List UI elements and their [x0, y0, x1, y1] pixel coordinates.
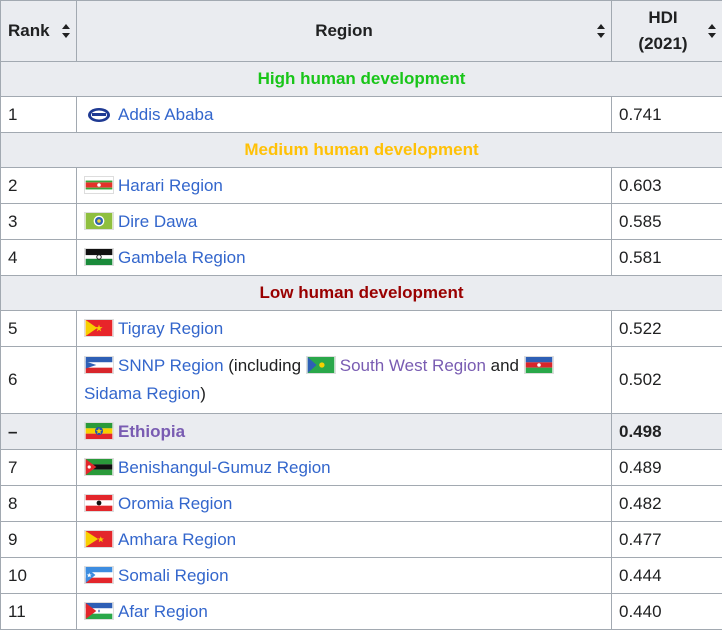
benishangul-gumuz-flag-icon — [84, 457, 114, 476]
region-link[interactable]: Tigray Region — [118, 319, 223, 338]
table-row: 3 Dire Dawa 0.585 — [0, 203, 722, 240]
table-row: – Ethiopia 0.498 — [0, 413, 722, 450]
region-link[interactable]: Addis Ababa — [118, 105, 213, 124]
table-row: 10 Somali Region 0.444 — [0, 557, 722, 594]
region-link[interactable]: Harari Region — [118, 176, 223, 195]
hdi-cell: 0.440 — [611, 593, 722, 630]
region-link[interactable]: Amhara Region — [118, 530, 236, 549]
rank-cell: 9 — [0, 521, 77, 558]
region-link[interactable]: South West Region — [340, 356, 486, 375]
sort-icon[interactable] — [597, 24, 606, 38]
region-cell: Gambela Region — [76, 239, 612, 276]
sort-icon[interactable] — [62, 24, 71, 38]
region-cell: Somali Region — [76, 557, 612, 594]
region-link[interactable]: Dire Dawa — [118, 212, 197, 231]
rank-cell: – — [0, 413, 77, 450]
region-link[interactable]: Sidama Region — [84, 384, 200, 403]
group-label-medium: Medium human development — [0, 132, 722, 168]
sort-icon[interactable] — [708, 24, 717, 38]
ethiopia-flag-icon — [84, 421, 114, 440]
group-row-medium: Medium human development — [0, 132, 722, 168]
group-label-high: High human development — [0, 61, 722, 97]
rank-cell: 3 — [0, 203, 77, 240]
hdi-cell: 0.489 — [611, 449, 722, 486]
gambela-flag-icon — [84, 247, 114, 266]
region-cell: Harari Region — [76, 167, 612, 204]
table-row: 2 Harari Region 0.603 — [0, 167, 722, 204]
table-row: 5 Tigray Region 0.522 — [0, 310, 722, 347]
group-label-low: Low human development — [0, 275, 722, 311]
rank-cell: 1 — [0, 96, 77, 133]
region-link[interactable]: Afar Region — [118, 602, 208, 621]
table-row: 9 Amhara Region 0.477 — [0, 521, 722, 558]
table-row: 11 Afar Region 0.440 — [0, 593, 722, 630]
dire-dawa-flag-icon — [84, 211, 114, 230]
table-row: 7 Benishangul-Gumuz Region 0.489 — [0, 449, 722, 486]
rank-cell: 2 — [0, 167, 77, 204]
rank-cell: 11 — [0, 593, 77, 630]
region-cell: Amhara Region — [76, 521, 612, 558]
table-header-row: Rank Region HDI (2021) — [0, 0, 722, 62]
region-cell: Addis Ababa — [76, 96, 612, 133]
region-link[interactable]: Gambela Region — [118, 248, 246, 267]
region-cell: Afar Region — [76, 593, 612, 630]
addis-ababa-seal-icon — [84, 105, 114, 123]
rank-cell: 7 — [0, 449, 77, 486]
region-cell: Oromia Region — [76, 485, 612, 522]
region-cell: Dire Dawa — [76, 203, 612, 240]
region-link[interactable]: Oromia Region — [118, 494, 232, 513]
region-cell: Tigray Region — [76, 310, 612, 347]
amhara-flag-icon — [84, 529, 114, 548]
rank-header-label: Rank — [8, 21, 50, 40]
south-west-flag-icon — [305, 356, 336, 374]
region-link[interactable]: Benishangul-Gumuz Region — [118, 458, 331, 477]
table-row: 6 SNNP Region (including South West Regi… — [0, 346, 722, 414]
somali-flag-icon — [84, 565, 114, 584]
snnp-flag-icon — [84, 356, 114, 374]
rank-cell: 10 — [0, 557, 77, 594]
hdi-cell: 0.482 — [611, 485, 722, 522]
hdi-table: Rank Region HDI (2021) High human develo… — [0, 0, 722, 630]
region-column-header[interactable]: Region — [76, 0, 612, 62]
hdi-cell: 0.498 — [611, 413, 722, 450]
hdi-cell: 0.741 — [611, 96, 722, 133]
region-note: ) — [200, 384, 206, 403]
group-row-high: High human development — [0, 61, 722, 97]
region-cell: Benishangul-Gumuz Region — [76, 449, 612, 486]
sidama-flag-icon — [523, 356, 554, 374]
afar-flag-icon — [84, 601, 114, 620]
table-row: 1 Addis Ababa 0.741 — [0, 96, 722, 133]
hdi-cell: 0.585 — [611, 203, 722, 240]
hdi-cell: 0.502 — [611, 346, 722, 414]
region-note: (including — [223, 356, 306, 375]
rank-cell: 4 — [0, 239, 77, 276]
hdi-cell: 0.603 — [611, 167, 722, 204]
region-link[interactable]: Ethiopia — [118, 422, 185, 441]
region-cell: Ethiopia — [76, 413, 612, 450]
hdi-cell: 0.581 — [611, 239, 722, 276]
region-link[interactable]: Somali Region — [118, 566, 229, 585]
rank-cell: 5 — [0, 310, 77, 347]
hdi-header-label: HDI — [648, 8, 678, 27]
rank-cell: 6 — [0, 346, 77, 414]
region-header-label: Region — [315, 21, 373, 40]
hdi-column-header[interactable]: HDI (2021) — [611, 0, 722, 62]
hdi-cell: 0.477 — [611, 521, 722, 558]
table-row: 4 Gambela Region 0.581 — [0, 239, 722, 276]
group-row-low: Low human development — [0, 275, 722, 311]
hdi-header-year: (2021) — [638, 34, 688, 53]
hdi-cell: 0.522 — [611, 310, 722, 347]
rank-column-header[interactable]: Rank — [0, 0, 77, 62]
harari-flag-icon — [84, 175, 114, 194]
rank-cell: 8 — [0, 485, 77, 522]
region-link[interactable]: SNNP Region — [118, 356, 224, 375]
tigray-flag-icon — [84, 318, 114, 337]
region-cell: SNNP Region (including South West Region… — [76, 346, 612, 414]
region-note: and — [485, 356, 524, 375]
table-row: 8 Oromia Region 0.482 — [0, 485, 722, 522]
oromia-flag-icon — [84, 493, 114, 512]
hdi-cell: 0.444 — [611, 557, 722, 594]
